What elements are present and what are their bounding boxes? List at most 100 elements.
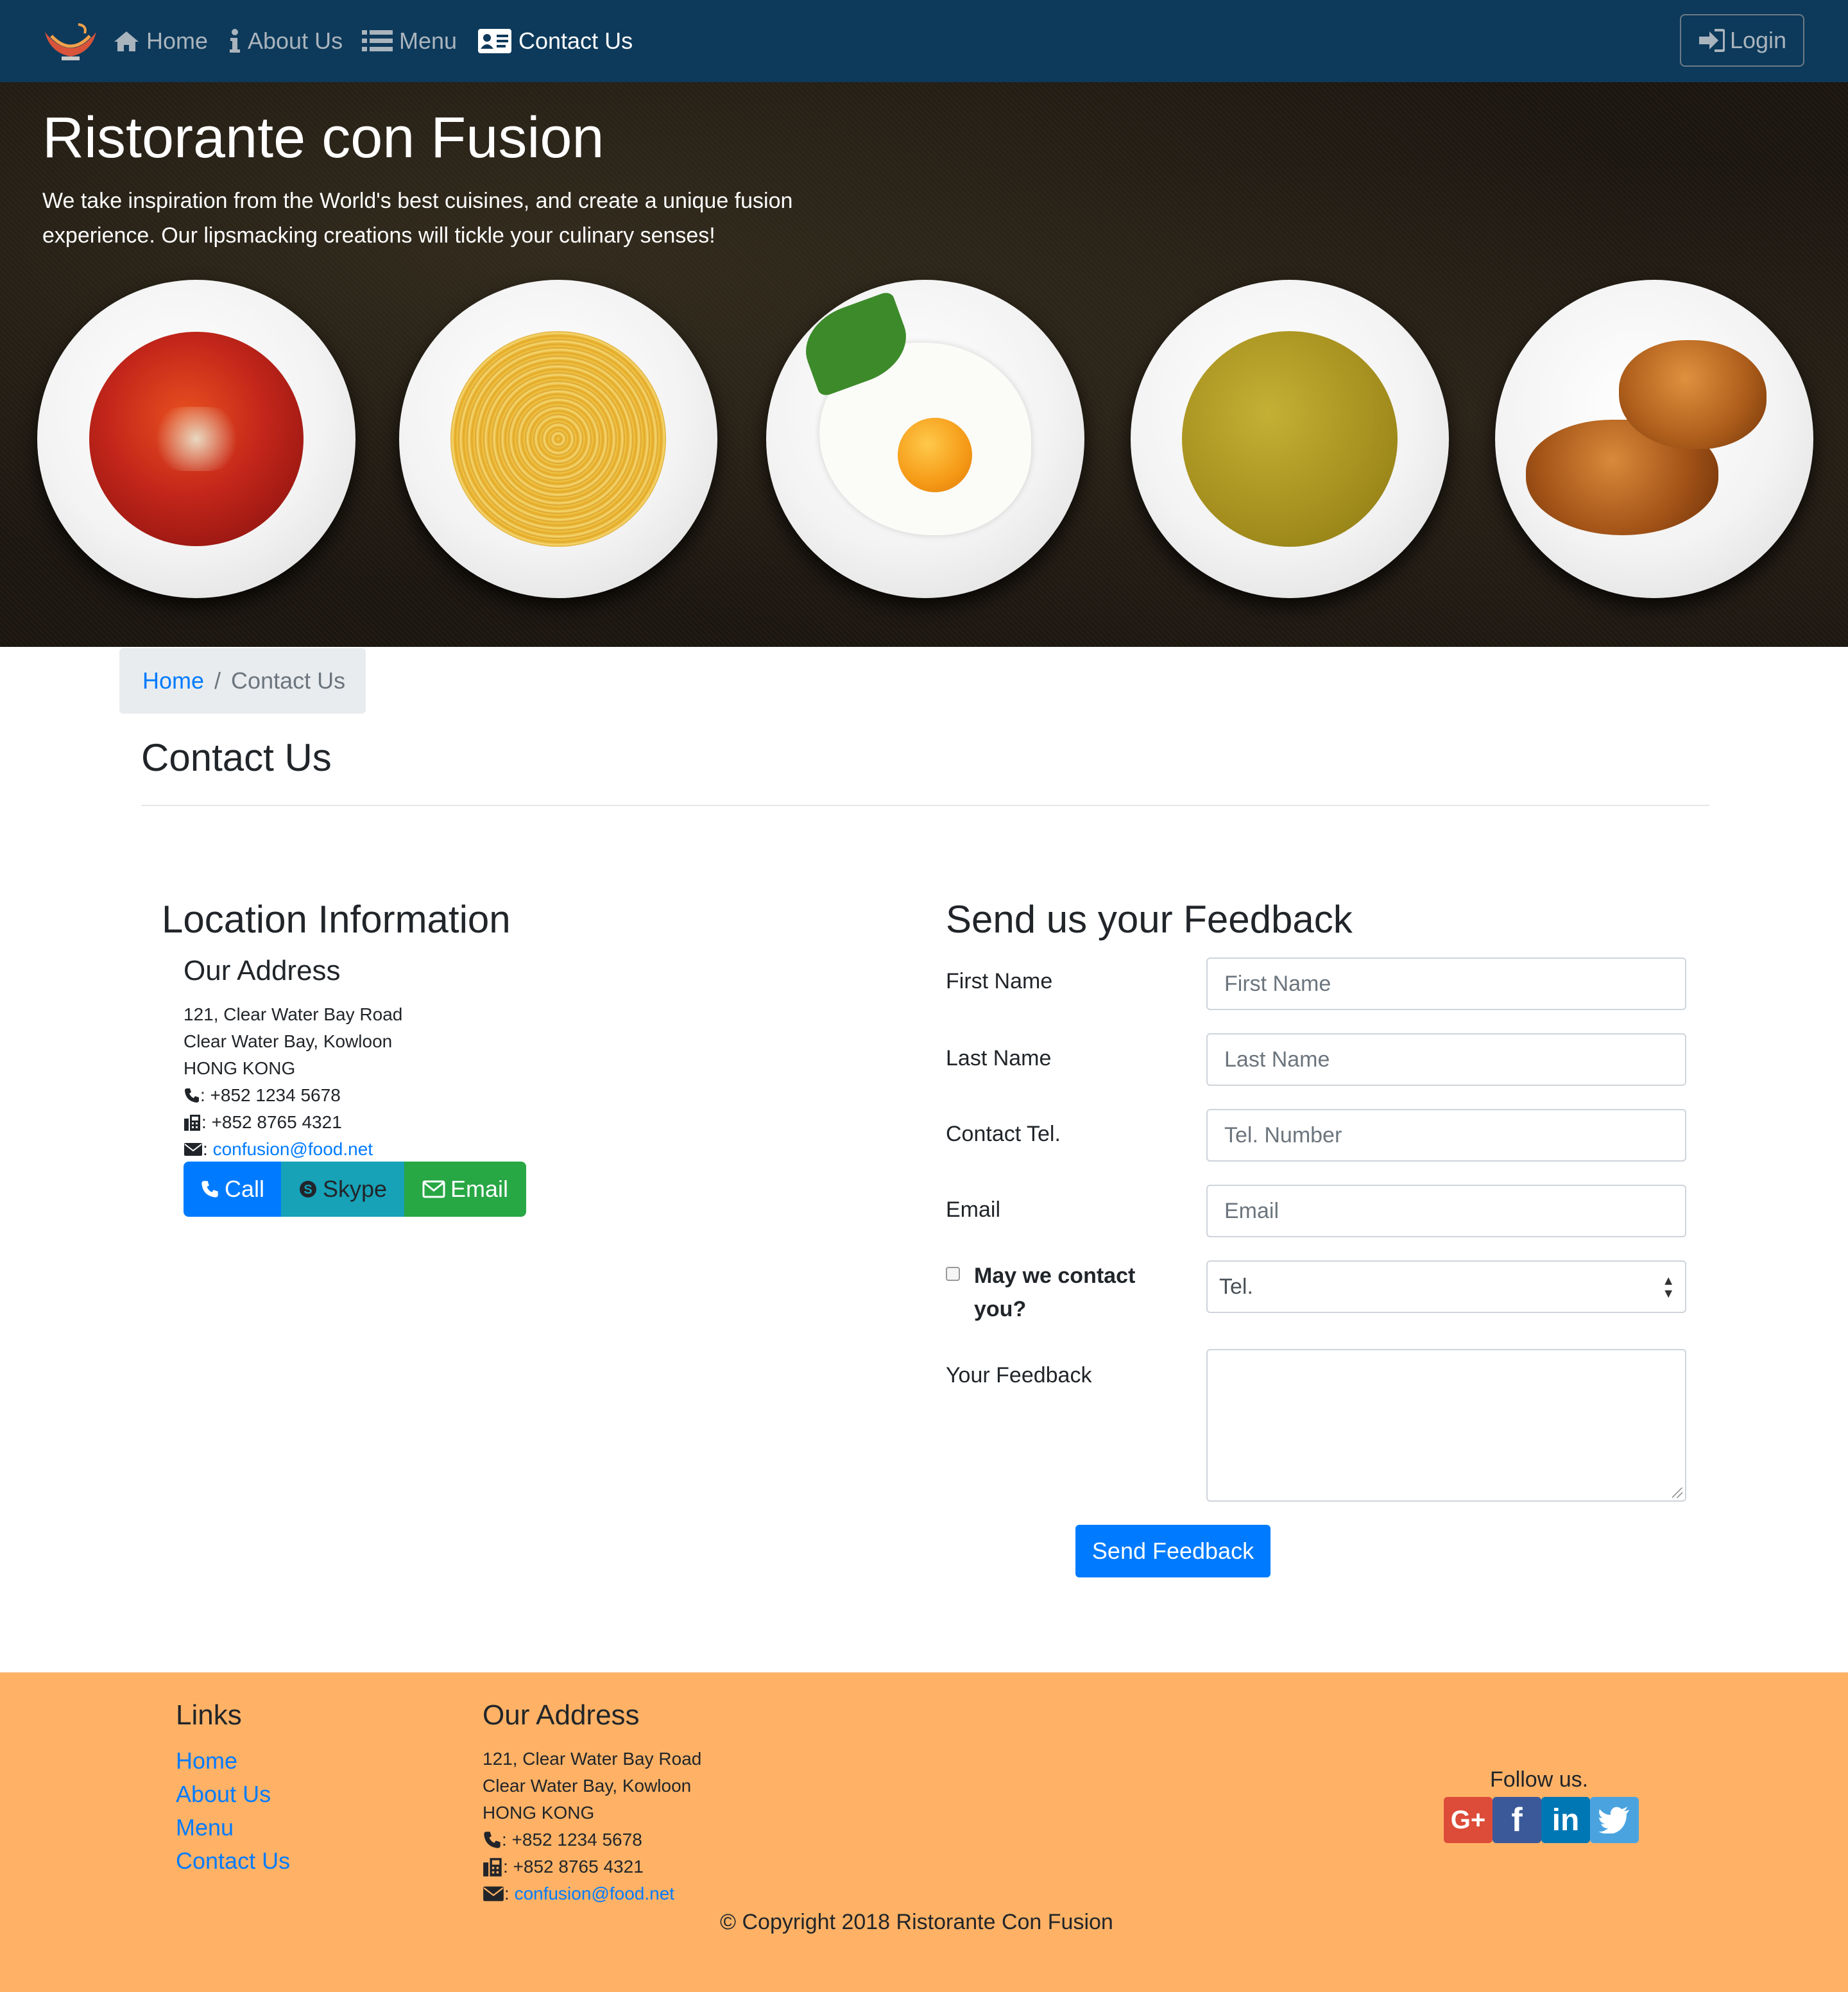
footer-phone: : +852 1234 5678	[502, 1830, 642, 1850]
footer-fax: : +852 8765 4321	[503, 1857, 644, 1876]
email-input[interactable]	[1206, 1185, 1686, 1237]
nav-about-label: About Us	[248, 28, 343, 54]
nav-contact[interactable]: Contact Us	[477, 24, 633, 58]
email-line: : confusion@food.net	[184, 1136, 402, 1163]
soup-garnish	[148, 407, 244, 471]
nav-home-label: Home	[146, 28, 209, 54]
login-button[interactable]: Login	[1680, 14, 1804, 67]
address-line: 121, Clear Water Bay Road	[483, 1749, 702, 1769]
breadcrumb-current: Contact Us	[231, 667, 346, 694]
nav-home[interactable]: Home	[113, 24, 208, 58]
contact-tel-label: Contact Tel.	[946, 1122, 1061, 1146]
envelope-icon	[184, 1143, 202, 1156]
restaurant-logo[interactable]	[40, 19, 101, 63]
footer-link-about[interactable]: About Us	[176, 1778, 290, 1811]
twitter-icon[interactable]	[1590, 1797, 1639, 1843]
page-title: Contact Us	[141, 736, 332, 779]
email-label: Email	[450, 1176, 509, 1202]
jumbotron-title: Ristorante con Fusion	[42, 106, 604, 170]
phone-line: : +852 1234 5678	[184, 1082, 402, 1109]
cream-soup-image	[1182, 331, 1398, 547]
dish-plate-cream-soup	[1131, 280, 1449, 598]
approve-label: May we contact you?	[974, 1264, 1136, 1321]
footer-phone-line: : +852 1234 5678	[483, 1826, 701, 1853]
breadcrumb-separator: /	[214, 667, 221, 694]
approve-row: May we contact you?	[946, 1259, 1167, 1326]
sign-in-icon	[1698, 29, 1725, 52]
contact-button-group: Call S Skype Email	[184, 1162, 526, 1217]
email-link[interactable]: confusion@food.net	[213, 1136, 373, 1163]
dish-plate-soup	[37, 280, 355, 598]
resize-grip-icon[interactable]	[1672, 1488, 1682, 1498]
footer-link-home[interactable]: Home	[176, 1744, 290, 1778]
breadcrumb-home[interactable]: Home	[142, 667, 204, 694]
footer-fax-line: : +852 8765 4321	[483, 1853, 701, 1880]
nav-menu[interactable]: Menu	[362, 24, 457, 58]
approve-checkbox[interactable]	[946, 1267, 960, 1281]
skype-button[interactable]: S Skype	[281, 1162, 404, 1217]
envelope-icon	[483, 1886, 504, 1902]
fax-icon	[184, 1115, 200, 1131]
phone-icon	[484, 1832, 501, 1848]
nav-contact-label: Contact Us	[518, 28, 633, 54]
footer-links-list: Home About Us Menu Contact Us	[176, 1744, 290, 1878]
svg-text:S: S	[304, 1183, 312, 1197]
email-button[interactable]: Email	[404, 1162, 526, 1217]
address-line: HONG KONG	[483, 1803, 595, 1823]
last-name-input[interactable]	[1206, 1033, 1686, 1086]
call-label: Call	[224, 1176, 264, 1202]
footer-email-link[interactable]: confusion@food.net	[515, 1880, 674, 1907]
jumbotron: Ristorante con Fusion We take inspiratio…	[0, 82, 1848, 647]
envelope-outline-icon	[422, 1180, 445, 1198]
linkedin-icon[interactable]: in	[1541, 1797, 1590, 1843]
footer-address-title: Our Address	[483, 1699, 640, 1731]
title-divider	[141, 805, 1709, 806]
jumbotron-text: We take inspiration from the World's bes…	[42, 189, 793, 248]
social-links: G+ f in	[1444, 1797, 1639, 1843]
footer-email-line: : confusion@food.net	[483, 1880, 701, 1907]
spaghetti-image	[450, 331, 666, 547]
phone-icon	[201, 1181, 218, 1198]
first-name-label: First Name	[946, 969, 1053, 993]
footer-links-title: Links	[176, 1699, 242, 1731]
fax-icon	[483, 1858, 502, 1876]
contact-type-value: Tel.	[1219, 1274, 1253, 1299]
contact-type-select[interactable]: Tel. ▲ ▼	[1206, 1260, 1686, 1313]
send-feedback-button[interactable]: Send Feedback	[1075, 1525, 1270, 1577]
address-title: Our Address	[184, 955, 341, 986]
nav-about[interactable]: About Us	[228, 24, 343, 58]
address-line: 121, Clear Water Bay Road	[184, 1004, 403, 1024]
navbar: Home About Us Menu Contact Us Login	[0, 0, 1848, 82]
address-card-icon	[478, 29, 511, 53]
phone-icon	[185, 1088, 199, 1103]
footer-address: 121, Clear Water Bay Road Clear Water Ba…	[483, 1746, 701, 1907]
address-line: Clear Water Bay, Kowloon	[184, 1031, 393, 1051]
egg-yolk	[897, 417, 972, 492]
call-button[interactable]: Call	[184, 1162, 281, 1217]
select-arrows-icon: ▲ ▼	[1662, 1274, 1675, 1301]
nav-menu-label: Menu	[399, 28, 458, 54]
dish-plate-egg	[766, 280, 1084, 598]
breadcrumb: Home / Contact Us	[119, 648, 366, 714]
follow-us-text: Follow us.	[1490, 1767, 1589, 1792]
location-title: Location Information	[162, 898, 511, 941]
google-plus-icon[interactable]: G+	[1444, 1797, 1493, 1843]
fax-number: : +852 8765 4321	[201, 1112, 342, 1132]
feedback-textarea[interactable]	[1206, 1349, 1686, 1502]
first-name-input[interactable]	[1206, 957, 1686, 1010]
login-label: Login	[1729, 27, 1787, 53]
dish-plate-croissant	[1495, 280, 1813, 598]
copyright: © Copyright 2018 Ristorante Con Fusion	[720, 1910, 1113, 1934]
facebook-icon[interactable]: f	[1493, 1797, 1541, 1843]
fax-line: : +852 8765 4321	[184, 1109, 402, 1136]
list-icon	[362, 30, 393, 51]
footer-link-menu[interactable]: Menu	[176, 1811, 290, 1844]
footer: Links Home About Us Menu Contact Us Our …	[0, 1672, 1848, 1992]
skype-icon: S	[299, 1181, 316, 1198]
footer-link-contact[interactable]: Contact Us	[176, 1844, 290, 1878]
tel-number-input[interactable]	[1206, 1109, 1686, 1162]
skype-label: Skype	[322, 1176, 388, 1202]
address-line: Clear Water Bay, Kowloon	[483, 1776, 692, 1796]
feedback-title: Send us your Feedback	[946, 898, 1353, 941]
address-line: HONG KONG	[184, 1058, 296, 1078]
